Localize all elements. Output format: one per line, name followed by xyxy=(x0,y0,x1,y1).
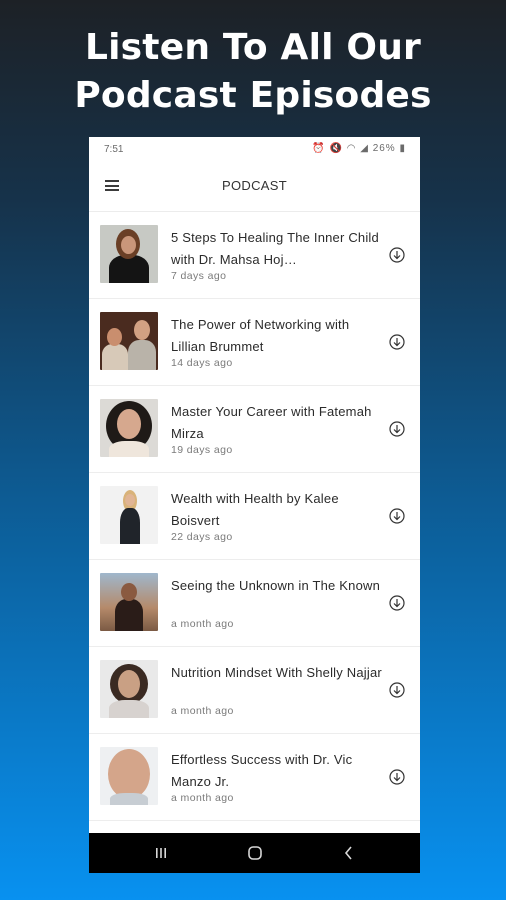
episode-list-item[interactable]: Seeing the Unknown in The Known a month … xyxy=(89,560,420,647)
episode-list-item[interactable]: Nutrition Mindset With Shelly Najjar a m… xyxy=(89,647,420,734)
mute-icon: 🔇 xyxy=(329,143,343,154)
episode-title: Seeing the Unknown in The Known xyxy=(171,578,381,593)
status-icons: ⏰ 🔇 ◠ ◢ 26% ▮ xyxy=(312,143,406,154)
episode-date: 22 days ago xyxy=(171,531,233,543)
download-circle-icon[interactable] xyxy=(389,421,405,437)
episode-thumbnail xyxy=(100,486,158,544)
recent-apps-icon[interactable] xyxy=(151,843,171,863)
download-circle-icon[interactable] xyxy=(389,334,405,350)
status-time: 7:51 xyxy=(104,144,124,155)
episode-date: a month ago xyxy=(171,792,234,804)
episode-date: a month ago xyxy=(171,705,234,717)
download-circle-icon[interactable] xyxy=(389,247,405,263)
home-icon[interactable] xyxy=(245,843,265,863)
download-circle-icon[interactable] xyxy=(389,595,405,611)
app-bar: PODCAST xyxy=(89,161,420,212)
episode-thumbnail xyxy=(100,225,158,283)
alarm-icon: ⏰ xyxy=(312,143,326,154)
signal-icon: ◢ xyxy=(360,143,369,154)
episode-thumbnail xyxy=(100,312,158,370)
battery-level: 26% xyxy=(372,143,396,154)
episode-thumbnail xyxy=(100,399,158,457)
episode-thumbnail xyxy=(100,573,158,631)
episode-title: Nutrition Mindset With Shelly Najjar xyxy=(171,665,382,680)
download-circle-icon[interactable] xyxy=(389,682,405,698)
episode-date: 19 days ago xyxy=(171,444,233,456)
promo-headline-line1: Listen To All Our xyxy=(85,27,421,68)
system-nav-bar xyxy=(89,833,420,873)
episode-list-item[interactable]: The Power of Networking with Lillian Bru… xyxy=(89,299,420,386)
episode-thumbnail xyxy=(100,747,158,805)
episode-date: 7 days ago xyxy=(171,270,227,282)
episode-title: 5 Steps To Healing The Inner Child with … xyxy=(171,230,379,267)
episode-title: The Power of Networking with Lillian Bru… xyxy=(171,317,350,354)
episode-thumbnail xyxy=(100,660,158,718)
download-circle-icon[interactable] xyxy=(389,508,405,524)
episode-date: a month ago xyxy=(171,618,234,630)
battery-icon: ▮ xyxy=(399,143,406,154)
promo-headline: Listen To All Our Podcast Episodes xyxy=(0,24,506,120)
episode-date: 14 days ago xyxy=(171,357,233,369)
wifi-icon: ◠ xyxy=(346,143,357,154)
episode-list-item[interactable]: Wealth with Health by Kalee Boisvert 22 … xyxy=(89,473,420,560)
episode-list: 5 Steps To Healing The Inner Child with … xyxy=(89,212,420,821)
episode-title: Wealth with Health by Kalee Boisvert xyxy=(171,491,339,528)
episode-title: Master Your Career with Fatemah Mirza xyxy=(171,404,372,441)
episode-title: Effortless Success with Dr. Vic Manzo Jr… xyxy=(171,752,353,789)
episode-list-item[interactable]: 5 Steps To Healing The Inner Child with … xyxy=(89,212,420,299)
status-bar: 7:51 ⏰ 🔇 ◠ ◢ 26% ▮ xyxy=(89,137,420,161)
episode-list-item[interactable]: Master Your Career with Fatemah Mirza 19… xyxy=(89,386,420,473)
promo-headline-line2: Podcast Episodes xyxy=(74,75,432,116)
episode-list-item[interactable]: Effortless Success with Dr. Vic Manzo Jr… xyxy=(89,734,420,821)
back-icon[interactable] xyxy=(339,843,359,863)
phone-screen: 7:51 ⏰ 🔇 ◠ ◢ 26% ▮ PODCAST 5 Steps To He… xyxy=(89,137,420,873)
download-circle-icon[interactable] xyxy=(389,769,405,785)
app-title: PODCAST xyxy=(222,178,287,193)
